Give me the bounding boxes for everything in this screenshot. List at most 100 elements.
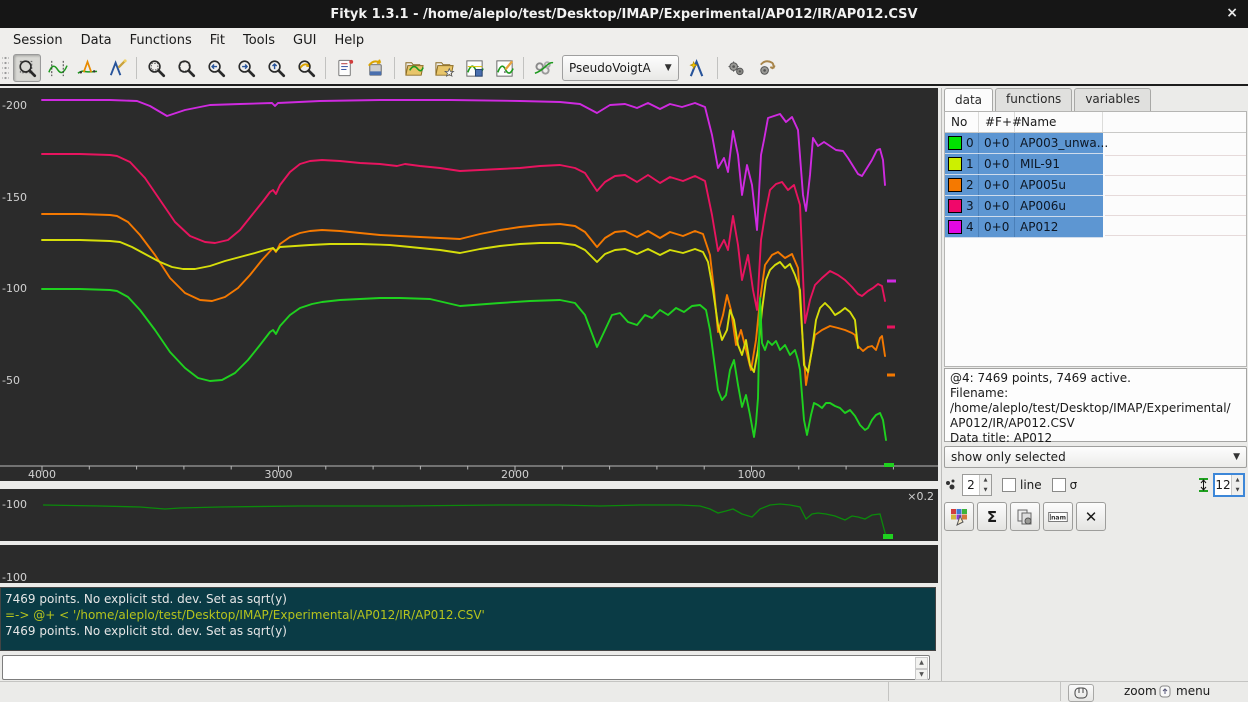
delete-button[interactable]: ✕: [1076, 502, 1106, 531]
menu-functions[interactable]: Functions: [121, 30, 201, 51]
show-filter-dropdown[interactable]: show only selected ▼: [944, 446, 1247, 468]
dataset-color-swatch[interactable]: [948, 157, 962, 171]
point-size-value: 2: [963, 478, 979, 492]
table-row[interactable]: 00+0AP003_unwa...: [945, 133, 1103, 154]
scroll-left-button[interactable]: [202, 54, 230, 82]
info-line: @4: 7469 points, 7469 active.: [950, 371, 1241, 386]
menu-session[interactable]: Session: [4, 30, 72, 51]
line-checkbox-label: line: [1020, 478, 1042, 492]
table-row[interactable]: 30+0AP006u: [945, 196, 1103, 217]
point-size-arrows[interactable]: ▲▼: [979, 475, 991, 495]
menu-tools[interactable]: Tools: [234, 30, 284, 51]
svg-text:-100: -100: [2, 571, 27, 583]
sigma-checkbox[interactable]: [1052, 478, 1066, 492]
command-history-arrows[interactable]: ▲▼: [915, 657, 928, 680]
info-line: Data title: AP012: [950, 431, 1241, 446]
toolbar-drag-handle[interactable]: [2, 56, 9, 80]
execute-script-button[interactable]: [361, 54, 389, 82]
line-checkbox[interactable]: [1002, 478, 1016, 492]
row-separator: [1105, 155, 1246, 156]
statusbar-separator: [888, 682, 889, 701]
open-data-button[interactable]: [400, 54, 428, 82]
console-line: 7469 points. No explicit std. dev. Set a…: [5, 623, 931, 639]
peak-type-dropdown[interactable]: PseudoVoigtA▼: [562, 55, 679, 81]
toolbar-separator: [523, 57, 524, 79]
table-row[interactable]: 10+0MIL-91: [945, 154, 1103, 175]
data-shift-spinner[interactable]: 12 ▲▼: [1213, 473, 1245, 497]
dataset-color-swatch[interactable]: [948, 178, 962, 192]
menu-gui[interactable]: GUI: [284, 30, 325, 51]
command-input[interactable]: ▲▼: [2, 655, 930, 680]
tab-data[interactable]: data: [944, 88, 993, 111]
toolbar: PseudoVoigtA▼: [0, 52, 1248, 86]
data-shift-value: 12: [1215, 478, 1231, 492]
previous-view-button[interactable]: [292, 54, 320, 82]
svg-text:-200: -200: [2, 99, 27, 112]
dataset-table-header: No#F+#Name: [945, 112, 1246, 133]
mode-add-peak-button[interactable]: [73, 54, 101, 82]
point-size-spinner[interactable]: 2 ▲▼: [962, 474, 992, 496]
statusbar-menu-hint: menu: [1176, 684, 1210, 698]
mode-data-range-button[interactable]: [43, 54, 71, 82]
toolbar-separator: [136, 57, 137, 79]
column-header-no[interactable]: No: [945, 112, 979, 132]
menu-fit[interactable]: Fit: [201, 30, 234, 51]
dataset-fcount: 0+0: [979, 217, 1015, 237]
close-icon[interactable]: ×: [1226, 5, 1238, 21]
save-session-button[interactable]: [460, 54, 488, 82]
sidebar-tabs: datafunctionsvariables: [944, 88, 1153, 111]
svg-text:×0.2: ×0.2: [907, 490, 934, 503]
dataset-color-swatch[interactable]: [948, 220, 962, 234]
y-fit-icon[interactable]: [1197, 477, 1210, 493]
fit-run-button[interactable]: [723, 54, 751, 82]
toolbar-separator: [717, 57, 718, 79]
rename-button[interactable]: nam: [1043, 502, 1073, 531]
dataset-number: 1: [966, 157, 974, 171]
table-row[interactable]: 40+0AP012: [945, 217, 1103, 238]
auto-add-peak-button[interactable]: [684, 54, 712, 82]
output-console: 7469 points. No explicit std. dev. Set a…: [0, 587, 936, 651]
info-line: Filename: /home/aleplo/test/Desktop/IMAP…: [950, 386, 1241, 416]
scroll-up-button[interactable]: [262, 54, 290, 82]
dataset-table-body: 00+0AP003_unwa...10+0MIL-9120+0AP005u30+…: [945, 133, 1246, 238]
dataset-number: 3: [966, 199, 974, 213]
zoom-in-button[interactable]: [142, 54, 170, 82]
save-session-as-button[interactable]: [490, 54, 518, 82]
table-row[interactable]: 20+0AP005u: [945, 175, 1103, 196]
sigma-checkbox-label: σ: [1070, 478, 1078, 492]
svg-text:3000: 3000: [265, 468, 293, 481]
tab-variables[interactable]: variables: [1074, 88, 1151, 111]
mode-zoom-button[interactable]: [13, 54, 41, 82]
aux-plot-2[interactable]: -100: [0, 545, 938, 583]
data-shift-arrows[interactable]: ▲▼: [1231, 475, 1243, 495]
colors-button[interactable]: [944, 502, 974, 531]
zoom-out-button[interactable]: [172, 54, 200, 82]
chevron-down-icon: ▼: [1233, 452, 1240, 462]
menu-help[interactable]: Help: [325, 30, 373, 51]
open-data-custom-button[interactable]: [430, 54, 458, 82]
mouse-config-button[interactable]: [1068, 684, 1094, 702]
main-plot-canvas[interactable]: -200-150-100-504000300020001000: [0, 88, 938, 481]
svg-text:-50: -50: [2, 374, 20, 387]
dataset-color-swatch[interactable]: [948, 199, 962, 213]
svg-text:1000: 1000: [738, 468, 766, 481]
tab-functions[interactable]: functions: [995, 88, 1072, 111]
sidebar: datafunctionsvariables No#F+#Name 00+0AP…: [941, 88, 1248, 681]
column-header-name[interactable]: Name: [1015, 112, 1103, 132]
data-transform-button[interactable]: [529, 54, 557, 82]
column-header-f[interactable]: #F+#: [979, 112, 1015, 132]
dataset-number: 0: [966, 136, 974, 150]
row-separator: [1105, 195, 1246, 196]
sum-button[interactable]: Σ: [977, 502, 1007, 531]
spectrum-curve-MIL-91: [42, 240, 858, 372]
copy-data-button[interactable]: [1010, 502, 1040, 531]
menu-data[interactable]: Data: [72, 30, 121, 51]
mode-activate-button[interactable]: [103, 54, 131, 82]
scroll-right-button[interactable]: [232, 54, 260, 82]
script-editor-button[interactable]: [331, 54, 359, 82]
console-line: =-> @+ < '/home/aleplo/test/Desktop/IMAP…: [5, 607, 931, 623]
plot-column: -200-150-100-504000300020001000 -100×0.2…: [0, 88, 938, 681]
dataset-color-swatch[interactable]: [948, 136, 962, 150]
aux-plot-1[interactable]: -100×0.2: [0, 489, 938, 541]
fit-settings-button[interactable]: [753, 54, 781, 82]
